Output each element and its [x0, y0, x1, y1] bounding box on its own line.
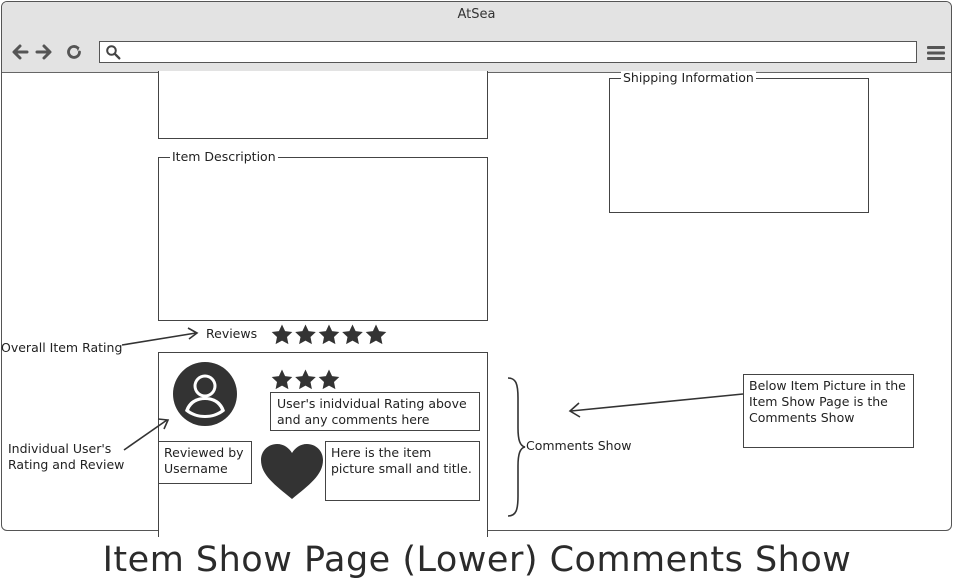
- address-bar[interactable]: [99, 41, 917, 63]
- heart-icon[interactable]: [259, 443, 325, 501]
- arrow-left-icon[interactable]: [11, 43, 29, 61]
- star-icon: [295, 369, 316, 390]
- item-description-label: Item Description: [170, 149, 278, 164]
- user-comment-box: User's inidvidual Rating above and any c…: [270, 392, 480, 431]
- star-icon: [318, 324, 340, 345]
- item-description-box: [158, 157, 488, 321]
- user-rating-stars: [271, 369, 340, 390]
- page-caption: Item Show Page (Lower) Comments Show: [102, 540, 852, 580]
- star-icon: [271, 324, 293, 345]
- item-note-text: Here is the item picture small and title…: [331, 445, 472, 476]
- overall-rating-arrow: [121, 327, 199, 346]
- arrow-right-icon[interactable]: [35, 43, 53, 61]
- title-bar: AtSea: [2, 2, 951, 35]
- star-icon: [318, 369, 340, 390]
- reviews-label: Reviews: [206, 326, 258, 341]
- overall-item-rating-annotation: Overall Item Rating: [1, 340, 123, 355]
- reviewed-by-text: Reviewed by Username: [164, 445, 244, 476]
- individual-user-arrow: [123, 418, 170, 451]
- refresh-icon[interactable]: [65, 43, 83, 61]
- hamburger-menu-icon[interactable]: [926, 44, 946, 62]
- search-icon: [106, 45, 121, 60]
- item-picture-box: [158, 71, 488, 139]
- overall-rating-stars: [271, 324, 387, 345]
- browser-toolbar: [2, 34, 951, 73]
- star-icon: [365, 324, 387, 345]
- shipping-information-label: Shipping Information: [621, 70, 756, 85]
- shipping-information-box: [609, 78, 869, 213]
- comments-show-arrow: [568, 393, 744, 418]
- star-icon: [342, 324, 363, 345]
- reviewed-by-box: Reviewed by Username: [158, 441, 252, 484]
- window-title: AtSea: [457, 7, 496, 22]
- individual-user-annotation: Individual User's Rating and Review: [8, 441, 125, 472]
- star-icon: [271, 369, 293, 390]
- below-item-picture-note: Below Item Picture in the Item Show Page…: [743, 374, 914, 448]
- star-icon: [295, 324, 316, 345]
- below-item-picture-text: Below Item Picture in the Item Show Page…: [749, 378, 906, 425]
- item-note-box: Here is the item picture small and title…: [325, 441, 480, 501]
- curly-brace: [507, 377, 526, 517]
- user-avatar-icon: [173, 362, 237, 426]
- user-comment-text: User's inidvidual Rating above and any c…: [277, 396, 467, 427]
- comments-show-label: Comments Show: [526, 438, 632, 453]
